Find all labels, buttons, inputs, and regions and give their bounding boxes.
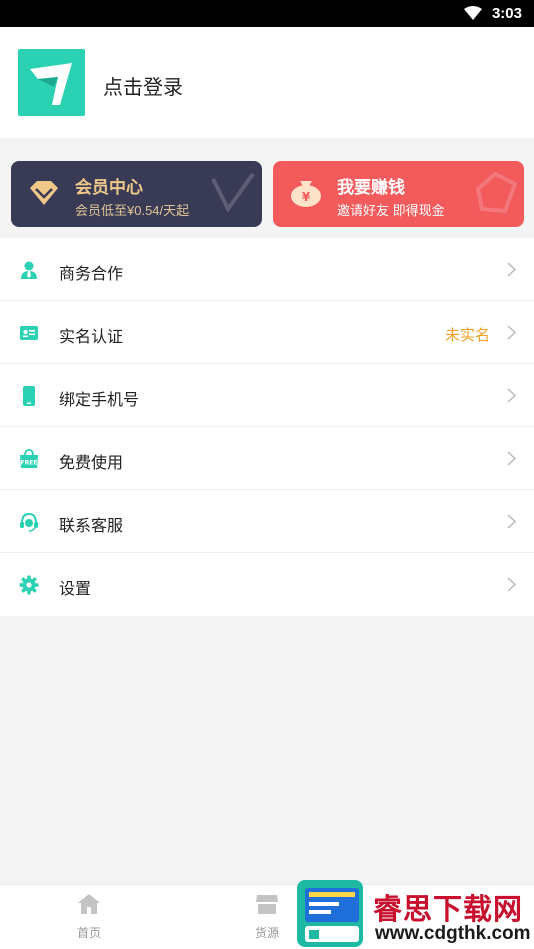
menu-item-settings[interactable]: 设置 bbox=[0, 553, 534, 616]
earn-card-title: 我要赚钱 bbox=[337, 178, 405, 197]
menu-item-bind-phone[interactable]: 绑定手机号 bbox=[0, 364, 534, 427]
tab-label: 货源 bbox=[254, 926, 279, 940]
chevron-right-icon bbox=[507, 451, 516, 466]
login-link[interactable]: 点击登录 bbox=[103, 71, 183, 100]
chevron-right-icon bbox=[507, 325, 516, 340]
earn-money-card[interactable]: ¥ 我要赚钱 邀请好友 即得现金 bbox=[273, 161, 524, 227]
promo-cards: 会员中心 会员低至¥0.54/天起 ¥ 我要赚钱 邀请好友 即得现金 bbox=[0, 150, 534, 234]
phone-icon bbox=[23, 386, 35, 406]
menu-item-label: 免费使用 bbox=[59, 455, 124, 472]
menu-item-label: 设置 bbox=[59, 581, 92, 598]
id-card-icon bbox=[20, 326, 38, 340]
earn-card-subtitle: 邀请好友 即得现金 bbox=[337, 203, 445, 218]
business-icon bbox=[21, 261, 37, 279]
chevron-right-icon bbox=[507, 388, 516, 403]
menu-item-label: 实名认证 bbox=[59, 329, 124, 346]
tab-supply[interactable]: 货源 bbox=[237, 893, 297, 941]
menu-item-label: 绑定手机号 bbox=[59, 392, 140, 409]
wifi-icon bbox=[464, 6, 482, 20]
menu-item-real-name[interactable]: 实名认证 未实名 bbox=[0, 301, 534, 364]
vip-card-subtitle: 会员低至¥0.54/天起 bbox=[75, 203, 190, 218]
tab-home[interactable]: 首页 bbox=[59, 893, 119, 941]
menu-item-label: 联系客服 bbox=[59, 518, 124, 535]
free-icon: FREE bbox=[20, 449, 38, 468]
watermark-url: www.cdgthk.com bbox=[375, 923, 531, 944]
app-logo-icon bbox=[30, 63, 72, 105]
home-icon bbox=[78, 894, 100, 914]
watermark: 睿思下载网 www.cdgthk.com bbox=[295, 878, 534, 949]
menu-item-customer-service[interactable]: 联系客服 bbox=[0, 490, 534, 553]
watermark-logo-icon bbox=[297, 880, 363, 947]
store-icon bbox=[256, 895, 278, 914]
headset-icon bbox=[20, 512, 38, 532]
status-bar: 3:03 bbox=[0, 0, 534, 27]
watermark-title: 睿思下载网 bbox=[373, 894, 524, 926]
svg-text:FREE: FREE bbox=[21, 460, 38, 467]
vip-decoration-icon bbox=[211, 172, 255, 213]
chevron-right-icon bbox=[507, 514, 516, 529]
chevron-right-icon bbox=[507, 262, 516, 277]
tab-label: 首页 bbox=[76, 926, 101, 940]
avatar[interactable] bbox=[18, 49, 85, 116]
menu-item-free-use[interactable]: FREE 免费使用 bbox=[0, 427, 534, 490]
gear-icon bbox=[19, 575, 39, 595]
menu-item-label: 商务合作 bbox=[59, 266, 124, 283]
vip-center-card[interactable]: 会员中心 会员低至¥0.54/天起 bbox=[11, 161, 262, 227]
verification-status: 未实名 bbox=[444, 327, 490, 344]
chevron-right-icon bbox=[507, 577, 516, 592]
profile-header[interactable]: 点击登录 bbox=[0, 27, 534, 138]
svg-text:¥: ¥ bbox=[302, 190, 311, 204]
status-time: 3:03 bbox=[491, 5, 522, 22]
earn-decoration-icon bbox=[475, 171, 518, 214]
money-bag-icon: ¥ bbox=[291, 181, 321, 207]
diamond-icon bbox=[30, 181, 58, 205]
menu-item-business[interactable]: 商务合作 bbox=[0, 238, 534, 301]
menu-list: 商务合作 实名认证 未实名 绑定手机号 FREE 免费使用 联系客服 设置 bbox=[0, 238, 534, 616]
vip-card-title: 会员中心 bbox=[75, 178, 143, 197]
